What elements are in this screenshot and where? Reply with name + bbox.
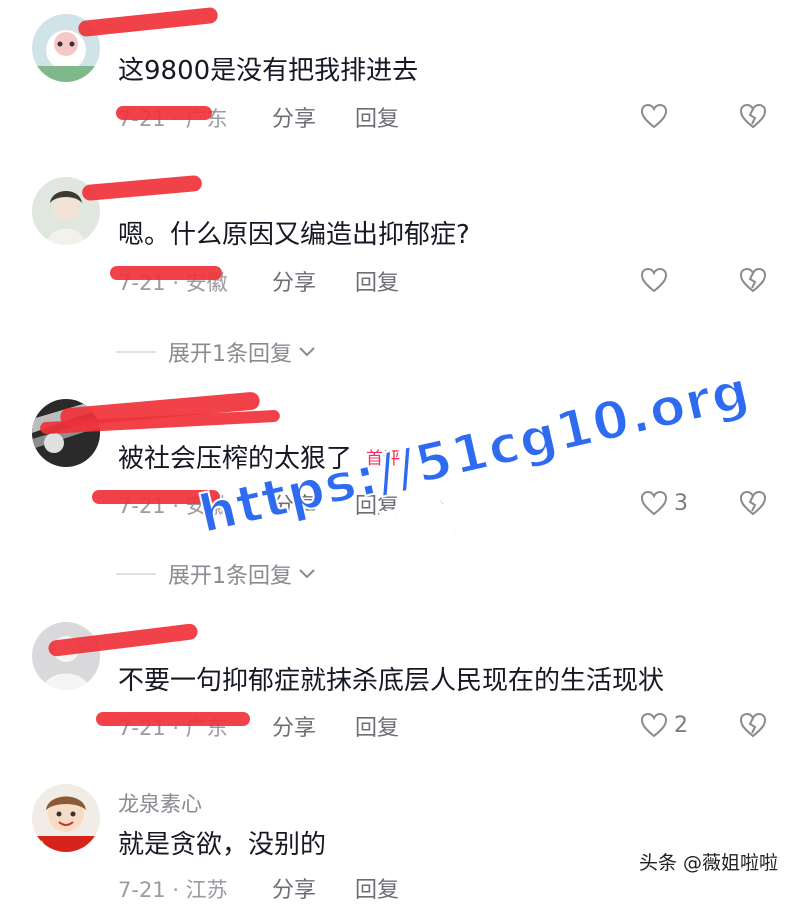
share-button[interactable]: 分享 [272, 265, 316, 297]
reply-button[interactable]: 回复 [355, 872, 399, 904]
source-credit: 头条 @薇姐啦啦 [634, 846, 782, 877]
heart-icon [640, 712, 668, 738]
share-button[interactable]: 分享 [272, 101, 316, 133]
redaction-mark [116, 106, 212, 120]
divider [116, 573, 156, 575]
dislike-button[interactable] [739, 103, 767, 129]
like-button[interactable] [640, 264, 668, 296]
heart-icon [640, 103, 668, 129]
comment-text: 嗯。什么原因又编造出抑郁症? [118, 220, 470, 250]
reply-button[interactable]: 回复 [355, 101, 399, 133]
like-button[interactable]: 2 [640, 709, 688, 741]
reply-button[interactable]: 回复 [355, 265, 399, 297]
like-button[interactable] [640, 100, 668, 132]
avatar[interactable] [32, 622, 100, 690]
broken-heart-icon [739, 267, 767, 293]
divider [116, 351, 156, 353]
redaction-mark [96, 712, 250, 726]
avatar[interactable] [32, 784, 100, 852]
comment-text: 就是贪欲，没别的 [118, 830, 327, 860]
username[interactable]: 龙泉素心 [118, 788, 202, 818]
redaction-mark [110, 266, 222, 280]
expand-replies-button[interactable]: 展开1条回复 [116, 336, 316, 368]
like-count: 2 [674, 712, 688, 738]
comment-text: 不要一句抑郁症就抹杀底层人民现在的生活现状 [118, 666, 665, 696]
broken-heart-icon [739, 103, 767, 129]
redaction-mark [77, 6, 219, 38]
dislike-button[interactable] [739, 490, 767, 516]
dislike-button[interactable] [739, 267, 767, 293]
expand-label: 展开1条回复 [168, 342, 292, 367]
reply-button[interactable]: 回复 [355, 710, 399, 742]
chevron-down-icon [299, 347, 315, 357]
dislike-button[interactable] [739, 712, 767, 738]
comment-meta: 7-21 · 江苏 [118, 878, 228, 902]
redaction-mark [81, 174, 203, 202]
heart-icon [640, 267, 668, 293]
broken-heart-icon [739, 712, 767, 738]
broken-heart-icon [739, 490, 767, 516]
share-button[interactable]: 分享 [272, 710, 316, 742]
comment-text: 这9800是没有把我排进去 [118, 56, 419, 86]
share-button[interactable]: 分享 [272, 872, 316, 904]
